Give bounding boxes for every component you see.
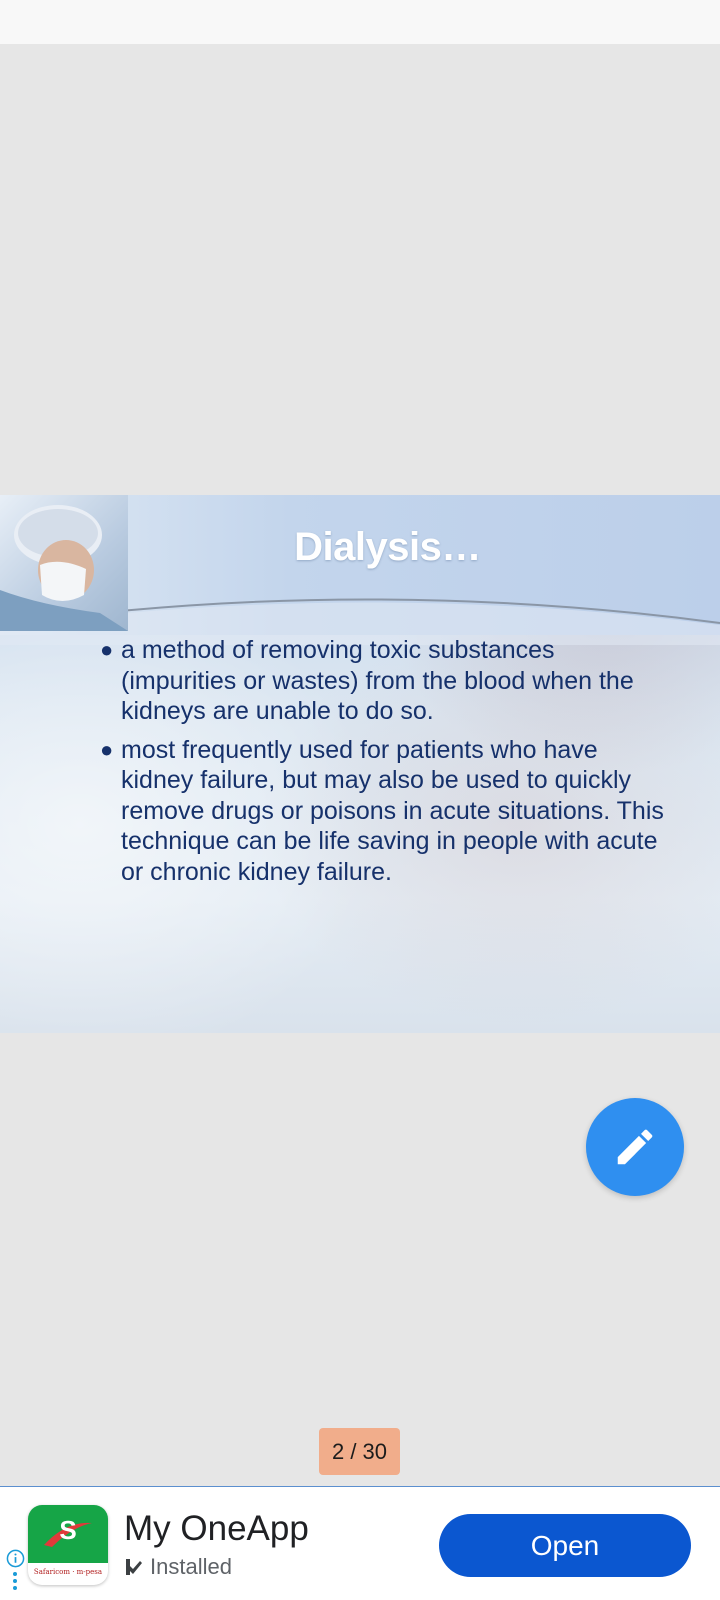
- status-bar: [0, 0, 720, 44]
- slide-bullets: ● a method of removing toxic substances …: [100, 635, 670, 895]
- bullet-marker: ●: [100, 736, 114, 762]
- bullet-marker: ●: [100, 637, 114, 662]
- ad-app-name[interactable]: My OneApp: [124, 1509, 309, 1549]
- bullet-text: most frequently used for patients who ha…: [121, 735, 664, 886]
- bullet-item: ● a method of removing toxic substances …: [100, 635, 670, 727]
- bullet-item: ● most frequently used for patients who …: [100, 735, 670, 888]
- app-icon[interactable]: S Safaricom · m-pesa: [28, 1505, 108, 1585]
- edit-button[interactable]: [586, 1098, 684, 1196]
- bullet-text: a method of removing toxic substances (i…: [121, 636, 634, 725]
- installed-check-icon: [126, 1559, 142, 1575]
- slide[interactable]: Dialysis… ● a method of removing toxic s…: [0, 495, 720, 1033]
- slide-title: Dialysis…: [294, 525, 481, 569]
- app-icon-brand: Safaricom · m-pesa: [33, 1568, 103, 1576]
- installed-label: Installed: [150, 1554, 232, 1579]
- pencil-icon: [617, 1129, 653, 1165]
- open-button[interactable]: Open: [439, 1514, 691, 1577]
- installed-status: Installed: [124, 1554, 232, 1580]
- page-indicator: 2 / 30: [319, 1428, 400, 1475]
- more-options-icon[interactable]: [12, 1571, 18, 1591]
- app-icon-letter: S: [59, 1515, 77, 1545]
- ad-banner[interactable]: S Safaricom · m-pesa My OneApp Installed…: [0, 1486, 720, 1600]
- info-icon[interactable]: [6, 1549, 25, 1568]
